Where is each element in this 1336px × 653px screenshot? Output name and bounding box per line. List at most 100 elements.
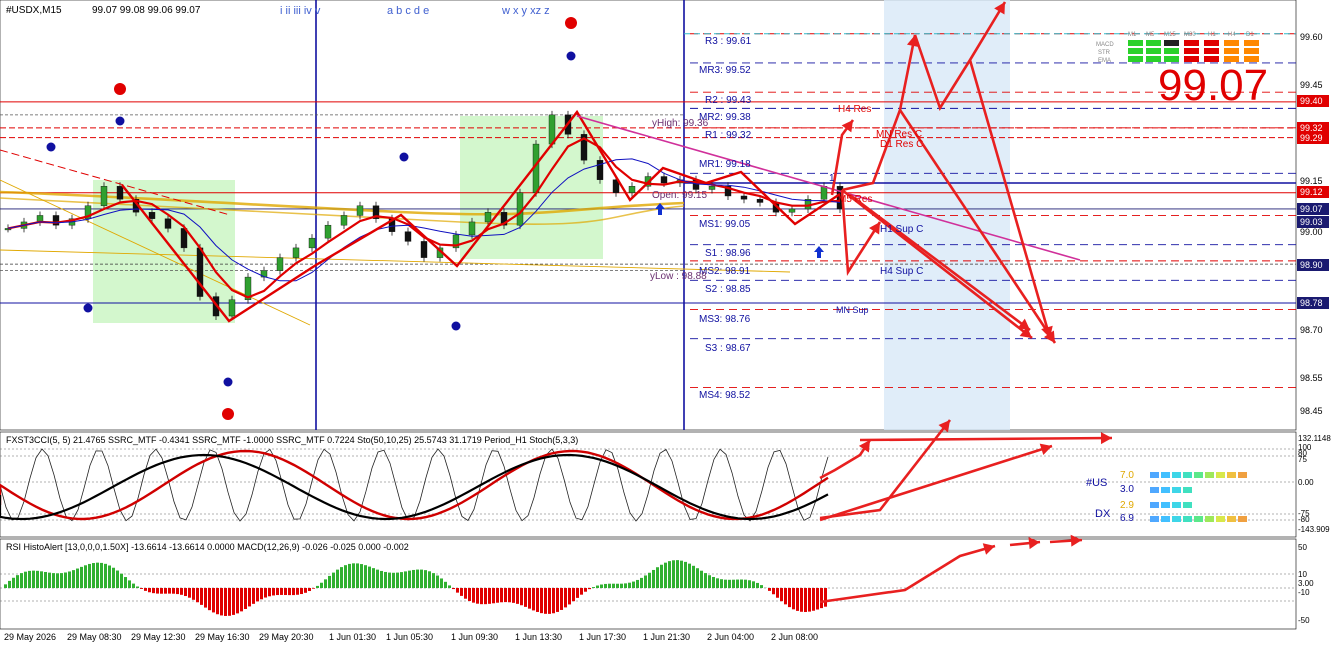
dashboard-cell (1172, 472, 1181, 478)
histogram-bar (8, 580, 11, 588)
y-tick-label: 99.60 (1300, 32, 1323, 42)
histogram-bar (636, 579, 639, 588)
histogram-bar (732, 579, 735, 588)
annotation-ylow: yLow : 98.88 (650, 271, 707, 282)
pivot-s2: S2 : 98.85 (705, 284, 751, 295)
histogram-bar (32, 570, 35, 588)
histogram-bar (720, 579, 723, 588)
candle (340, 215, 348, 226)
histogram-bar (808, 588, 811, 612)
dashboard-value: 2.9 (1120, 500, 1134, 511)
pivot-mr1: MR1: 99.18 (699, 159, 751, 170)
candle (404, 231, 412, 242)
histogram-bar (820, 588, 823, 609)
histogram-bar (424, 570, 427, 588)
histogram-bar (120, 573, 123, 588)
big-price-readout: 99.07 (1158, 61, 1268, 110)
histogram-bar (56, 573, 59, 588)
mtf-header: M30 (1184, 32, 1196, 38)
dashboard-cell (1150, 502, 1159, 508)
histogram-bar (16, 575, 19, 588)
dashboard-cell (1150, 516, 1159, 522)
histogram-bar (612, 583, 615, 588)
dashboard-cell (1205, 516, 1214, 522)
histogram-bar (352, 563, 355, 588)
wave-marker-2 (223, 377, 233, 387)
histogram-bar (520, 588, 523, 606)
histogram-bar (288, 588, 291, 596)
dashboard-cell (1172, 502, 1181, 508)
candle (116, 186, 124, 200)
histogram-bar (600, 584, 603, 588)
dashboard-cell (1172, 516, 1181, 522)
pivot-s3: S3 : 98.67 (705, 343, 751, 354)
price-badge: 99.07 (1300, 204, 1323, 214)
histogram-bar (644, 575, 647, 588)
pivot-ms4: MS4: 98.52 (699, 390, 751, 401)
histogram-bar (348, 563, 351, 588)
histogram-bar (4, 584, 7, 588)
histogram-bar (700, 570, 703, 588)
histogram-bar (408, 570, 411, 588)
histogram-bar (96, 562, 99, 588)
histogram-bar (464, 588, 467, 599)
price-badge: 99.12 (1300, 187, 1323, 197)
mtf-cell (1224, 48, 1239, 54)
histogram-bar (684, 561, 687, 588)
histogram-bar (208, 588, 211, 611)
histogram-bar (372, 568, 375, 588)
histogram-bar (432, 573, 435, 588)
dashboard-cell (1238, 516, 1247, 522)
histogram-bar (24, 571, 27, 588)
pivot-r1: R1 : 99.32 (705, 130, 752, 141)
histogram-bar (160, 588, 163, 594)
cci-right-label: -80 (1298, 515, 1310, 524)
histogram-bar (320, 582, 323, 588)
histogram-bar (584, 588, 587, 592)
histogram-bar (780, 588, 783, 602)
histogram-bar (356, 563, 359, 588)
histogram-bar (476, 588, 479, 604)
histogram-bar (676, 560, 679, 588)
candle (292, 247, 300, 258)
histogram-bar (380, 570, 383, 588)
annotation-m5-res: M5 Res (838, 194, 872, 205)
annotation-mn-res: MN Res C (876, 129, 922, 140)
histogram-bar (664, 562, 667, 588)
histogram-bar (716, 578, 719, 588)
annotation-h4-sup: H4 Sup C (880, 266, 923, 277)
mtf-cell (1224, 40, 1239, 46)
dashboard-cell (1183, 502, 1192, 508)
mtf-cell (1224, 56, 1239, 62)
dashboard-cell (1194, 516, 1203, 522)
histogram-bar (572, 588, 575, 602)
histogram-bar (344, 565, 347, 588)
cci-panel-title: FXST3CCI(5, 5) 21.4765 SSRC_MTF -0.4341 … (6, 435, 578, 445)
histogram-bar (484, 588, 487, 605)
mtf-cell (1244, 56, 1259, 62)
histogram-bar (728, 579, 731, 588)
candle (708, 186, 716, 190)
mtf-cell (1184, 40, 1199, 46)
pivot-ms1: MS1: 99.05 (699, 219, 751, 230)
dashboard-cell (1183, 516, 1192, 522)
histogram-bar (564, 588, 567, 608)
pivot-mr3: MR3: 99.52 (699, 65, 751, 76)
histogram-bar (416, 569, 419, 588)
mtf-header: M1 (1128, 32, 1137, 38)
x-axis: 29 May 2026 29 May 08:30 29 May 12:30 29… (4, 632, 818, 642)
histogram-bar (184, 588, 187, 597)
histogram-bar (660, 564, 663, 588)
histogram-bar (156, 588, 159, 594)
candle (628, 186, 636, 193)
histogram-bar (744, 579, 747, 588)
histogram-bar (152, 588, 155, 594)
dashboard-cell (1150, 472, 1159, 478)
dashboard-cell (1227, 472, 1236, 478)
histogram-bar (324, 579, 327, 588)
histogram-bar (460, 588, 463, 596)
x-tick-label: 1 Jun 09:30 (451, 632, 498, 642)
histogram-bar (692, 565, 695, 588)
cci-right-label: 75 (1298, 455, 1307, 464)
dashboard-cell (1238, 472, 1247, 478)
